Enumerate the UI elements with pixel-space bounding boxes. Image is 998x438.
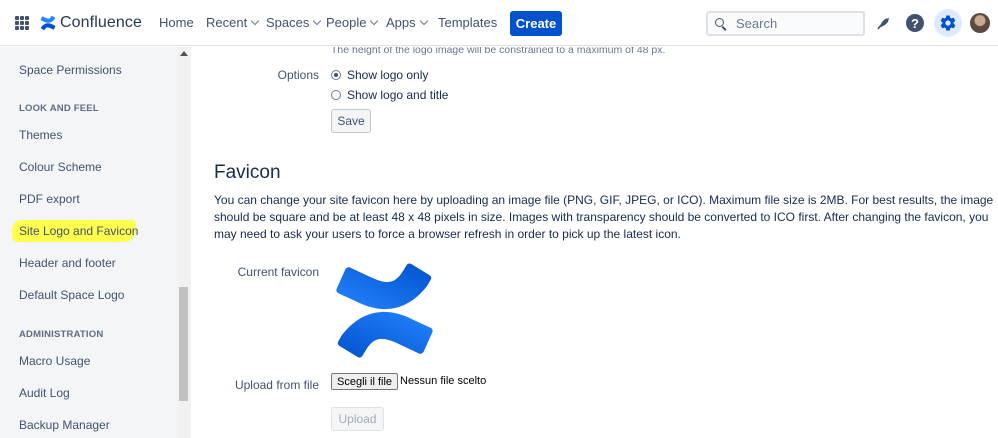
sidebar-heading-administration: ADMINISTRATION: [19, 329, 104, 340]
no-file-chosen-text: Nessun file scelto: [400, 375, 487, 387]
nav-spaces[interactable]: Spaces: [266, 15, 322, 30]
radio-show-logo-and-title[interactable]: Show logo and title: [331, 88, 448, 102]
radio-unchecked-icon[interactable]: [331, 90, 341, 100]
nav-home-label: Home: [159, 15, 194, 30]
search-box[interactable]: [706, 11, 865, 36]
nav-apps-label: Apps: [386, 15, 416, 30]
nav-people[interactable]: People: [326, 15, 379, 30]
chevron-down-icon: [370, 16, 379, 26]
upload-from-file-label: Upload from file: [234, 378, 319, 392]
sidebar-item-header-and-footer[interactable]: Header and footer: [19, 256, 116, 270]
sidebar-item-macro-usage[interactable]: Macro Usage: [19, 354, 90, 368]
help-icon[interactable]: ?: [904, 12, 926, 34]
current-favicon-image: [336, 263, 433, 358]
sidebar-heading-look-and-feel: LOOK AND FEEL: [19, 103, 99, 114]
sidebar-item-space-permissions[interactable]: Space Permissions: [19, 63, 122, 77]
radio-show-logo-only[interactable]: Show logo only: [331, 68, 428, 82]
app-name: Confluence: [60, 14, 142, 31]
chevron-down-icon: [419, 16, 428, 26]
search-input[interactable]: [736, 16, 856, 31]
sidebar-item-default-space-logo[interactable]: Default Space Logo: [19, 288, 124, 302]
scrollbar-thumb[interactable]: [179, 287, 188, 401]
upload-button[interactable]: Upload: [331, 407, 384, 431]
confluence-logo-icon: [40, 15, 56, 31]
radio-checked-icon[interactable]: [331, 70, 341, 80]
radio-label: Show logo only: [347, 68, 429, 82]
favicon-heading: Favicon: [214, 162, 281, 183]
create-button[interactable]: Create: [510, 11, 562, 36]
nav-templates-label: Templates: [438, 15, 498, 30]
chevron-down-icon: [313, 16, 322, 26]
admin-sidebar: Space Permissions LOOK AND FEEL Themes C…: [0, 47, 177, 438]
settings-icon[interactable]: [934, 9, 962, 37]
options-label: Options: [277, 68, 319, 82]
save-button[interactable]: Save: [331, 109, 371, 133]
logo-size-hint: The height of the logo image will be con…: [331, 47, 666, 56]
nav-templates[interactable]: Templates: [438, 15, 497, 30]
nav-home[interactable]: Home: [159, 15, 194, 30]
sidebar-item-pdf-export[interactable]: PDF export: [19, 192, 80, 206]
current-favicon-label: Current favicon: [237, 265, 319, 279]
sidebar-item-colour-scheme[interactable]: Colour Scheme: [19, 160, 102, 174]
sidebar-item-site-logo-and-favicon[interactable]: Site Logo and Favicon: [19, 224, 138, 238]
main-content: The height of the logo image will be con…: [191, 47, 998, 438]
nav-spaces-label: Spaces: [266, 15, 310, 30]
notifications-icon[interactable]: [873, 12, 895, 34]
favicon-description: You can change your site favicon here by…: [214, 193, 994, 241]
nav-apps[interactable]: Apps: [386, 15, 428, 30]
sidebar-item-themes[interactable]: Themes: [19, 128, 62, 142]
confluence-home-link[interactable]: Confluence: [40, 12, 142, 34]
top-navigation: Confluence Home Recent Spaces People App…: [0, 0, 998, 46]
nav-recent[interactable]: Recent: [206, 15, 260, 30]
scroll-up-arrow-icon[interactable]: [180, 51, 188, 56]
app-switcher-icon[interactable]: [15, 16, 29, 30]
chevron-down-icon: [250, 16, 260, 26]
radio-label: Show logo and title: [347, 88, 449, 102]
search-icon: [715, 17, 727, 30]
nav-people-label: People: [326, 15, 367, 30]
sidebar-item-backup-manager[interactable]: Backup Manager: [19, 418, 110, 432]
sidebar-item-audit-log[interactable]: Audit Log: [19, 386, 70, 400]
nav-recent-label: Recent: [206, 15, 248, 30]
choose-file-button[interactable]: Scegli il file: [331, 373, 399, 390]
avatar[interactable]: [970, 13, 990, 33]
sidebar-scrollbar[interactable]: [177, 47, 191, 438]
